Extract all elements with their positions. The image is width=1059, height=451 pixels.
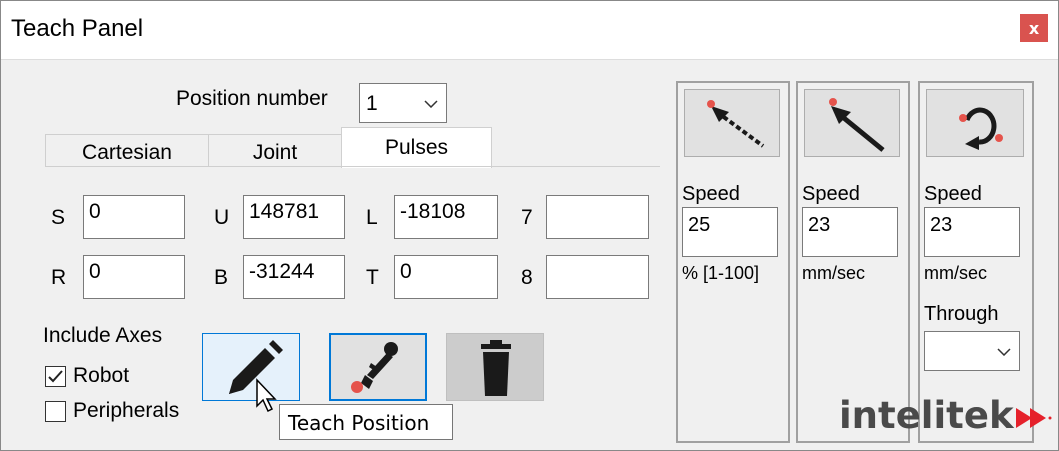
axis-u-label: U xyxy=(214,206,230,229)
axis-r-label: R xyxy=(51,266,67,289)
axis-s-field[interactable]: 0 xyxy=(83,195,185,239)
axis-7-field[interactable] xyxy=(546,195,649,239)
axis-t-field[interactable]: 0 xyxy=(394,255,498,299)
joint-move-icon xyxy=(707,100,765,148)
chevron-down-icon xyxy=(997,348,1011,356)
window-title: Teach Panel xyxy=(11,15,144,42)
linear-move-panel: Speed 23 mm/sec xyxy=(796,81,910,443)
joint-speed-unit: % [1-100] xyxy=(682,263,760,283)
chevron-down-icon xyxy=(424,100,438,108)
circular-move-icon xyxy=(959,107,1003,150)
joint-speed-field[interactable]: 25 xyxy=(682,207,778,257)
axis-8-field[interactable] xyxy=(546,255,649,299)
axis-b-label: B xyxy=(214,266,229,289)
position-number-value: 1 xyxy=(366,92,378,115)
robot-checkbox[interactable] xyxy=(45,366,66,387)
circular-speed-unit: mm/sec xyxy=(924,263,987,283)
linear-speed-label: Speed xyxy=(802,183,860,205)
tab-pulses[interactable]: Pulses xyxy=(341,127,492,168)
through-select[interactable] xyxy=(924,331,1020,371)
close-button[interactable]: x xyxy=(1020,14,1048,42)
teach-position-tooltip: Teach Position xyxy=(279,404,453,440)
through-label: Through xyxy=(924,303,999,325)
axis-t-label: T xyxy=(366,266,379,289)
peripherals-checkbox-label: Peripherals xyxy=(73,399,180,422)
pencil-icon xyxy=(229,340,283,394)
position-number-label: Position number xyxy=(176,87,328,110)
include-axes-label: Include Axes xyxy=(43,324,163,347)
delete-position-button[interactable] xyxy=(446,333,544,401)
trash-icon xyxy=(481,340,511,396)
robot-checkbox-label: Robot xyxy=(73,364,130,387)
teach-position-button[interactable] xyxy=(202,333,300,413)
linear-move-icon xyxy=(829,98,885,152)
joint-move-panel: Speed 25 % [1-100] xyxy=(676,81,790,443)
linear-speed-unit: mm/sec xyxy=(802,263,865,283)
peripherals-checkbox[interactable] xyxy=(45,401,66,422)
linear-move-button[interactable] xyxy=(804,89,900,157)
double-arrow-icon xyxy=(1015,407,1052,428)
checkmark-icon xyxy=(48,370,63,383)
title-bar[interactable]: Teach Panel x xyxy=(1,1,1058,60)
tab-cartesian[interactable]: Cartesian xyxy=(45,134,209,167)
linear-speed-field[interactable]: 23 xyxy=(802,207,898,257)
position-number-select[interactable]: 1 xyxy=(359,83,447,123)
circular-move-panel: Speed 23 mm/sec Through xyxy=(918,81,1034,443)
circular-speed-label: Speed xyxy=(924,183,982,205)
joint-speed-label: Speed xyxy=(682,183,740,205)
axis-r-field[interactable]: 0 xyxy=(83,255,185,299)
tab-divider xyxy=(45,166,660,167)
axis-s-label: S xyxy=(51,206,66,229)
axis-7-label: 7 xyxy=(521,206,533,229)
mouse-cursor-icon xyxy=(256,378,277,413)
intelitek-logo: intelitek xyxy=(839,394,1052,437)
robot-gripper-button[interactable] xyxy=(329,333,427,401)
tab-joint[interactable]: Joint xyxy=(208,134,342,167)
axis-8-label: 8 xyxy=(521,266,533,289)
axis-b-field[interactable]: -31244 xyxy=(243,255,345,299)
circular-move-button[interactable] xyxy=(926,89,1024,157)
axis-u-field[interactable]: 148781 xyxy=(243,195,345,239)
teach-panel-window: Teach Panel x Position number 1 Cartesia… xyxy=(0,0,1059,451)
circular-speed-field[interactable]: 23 xyxy=(924,207,1020,257)
joint-move-button[interactable] xyxy=(684,89,780,157)
axis-l-label: L xyxy=(366,206,378,229)
brand-name: intelitek xyxy=(839,394,1014,437)
axis-l-field[interactable]: -18108 xyxy=(394,195,498,239)
robot-arm-icon xyxy=(351,342,398,393)
